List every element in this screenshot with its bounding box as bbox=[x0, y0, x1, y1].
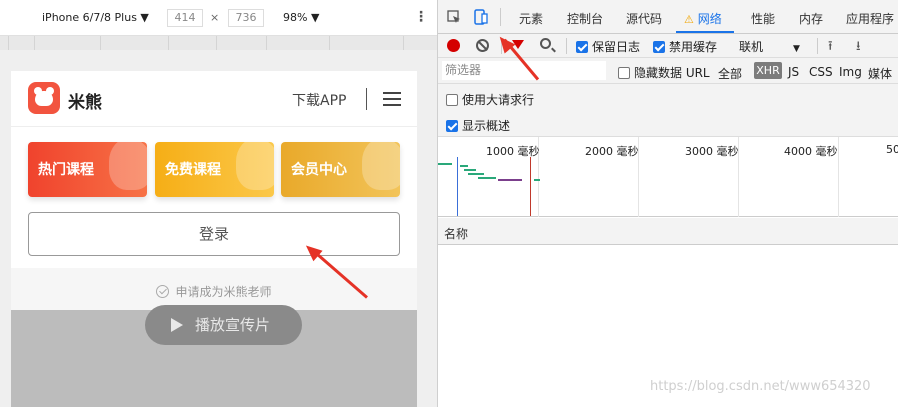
type-all[interactable]: 全部 bbox=[718, 65, 742, 82]
toolbar-separator bbox=[566, 38, 567, 54]
hide-data-urls-checkbox[interactable]: 隐藏数据 URL bbox=[618, 64, 710, 81]
watermark: https://blog.csdn.net/www654320 bbox=[650, 379, 871, 394]
preserve-log-checkbox[interactable]: 保留日志 bbox=[576, 38, 640, 55]
tick-label: 50 bbox=[886, 143, 898, 156]
tick-label: 1000 毫秒 bbox=[486, 145, 540, 158]
card-label: 热门课程 bbox=[38, 162, 94, 178]
brand-name[interactable]: 米熊 bbox=[68, 88, 102, 113]
network-overview[interactable]: 1000 毫秒 2000 毫秒 3000 毫秒 4000 毫秒 50 bbox=[438, 137, 898, 217]
active-tab-indicator bbox=[676, 31, 734, 33]
warning-icon: ⚠ bbox=[684, 13, 694, 26]
clear-icon[interactable] bbox=[476, 39, 489, 52]
zoom-select[interactable]: 98% ▼ bbox=[283, 11, 319, 24]
times-sign: × bbox=[210, 11, 220, 24]
waterfall-bar bbox=[478, 177, 496, 179]
hot-courses-card[interactable]: 热门课程 bbox=[28, 142, 147, 197]
toolbar-separator bbox=[500, 8, 501, 26]
tab-sources[interactable]: 源代码 bbox=[626, 10, 662, 27]
site-header: 米熊 下载APP bbox=[11, 71, 417, 127]
record-icon[interactable] bbox=[447, 39, 460, 52]
export-har-icon[interactable]: ⭳ bbox=[856, 37, 861, 59]
waterfall-bar bbox=[460, 165, 468, 167]
free-courses-card[interactable]: 免费课程 bbox=[155, 142, 274, 197]
card-label: 会员中心 bbox=[291, 162, 347, 178]
device-toggle-icon[interactable] bbox=[474, 9, 488, 25]
large-rows-checkbox[interactable]: 使用大请求行 bbox=[446, 91, 534, 108]
device-toolbar: iPhone 6/7/8 Plus ▼ 414 × 736 98% ▼ ⋮ bbox=[0, 0, 437, 36]
import-har-icon[interactable]: ⭱ bbox=[828, 37, 833, 59]
tab-memory[interactable]: 内存 bbox=[799, 10, 823, 27]
download-app-link[interactable]: 下载APP bbox=[292, 90, 346, 110]
mobile-page: 米熊 下载APP 热门课程 免费课程 会员中心 登录 申请成为米熊老师 播放宣传… bbox=[11, 71, 417, 407]
name-column-header[interactable]: 名称 bbox=[438, 218, 898, 245]
device-select[interactable]: iPhone 6/7/8 Plus ▼ bbox=[42, 11, 149, 24]
toolbar-separator bbox=[817, 38, 818, 54]
show-overview-checkbox[interactable]: 显示概述 bbox=[446, 117, 510, 134]
header-separator bbox=[366, 88, 367, 110]
waterfall-bar bbox=[438, 163, 452, 165]
more-options-icon[interactable]: ⋮ bbox=[414, 9, 428, 25]
type-media[interactable]: 媒体 bbox=[868, 65, 892, 82]
login-button[interactable]: 登录 bbox=[28, 212, 400, 256]
ruler bbox=[0, 36, 437, 50]
hamburger-menu-icon[interactable] bbox=[383, 92, 401, 106]
throttle-select[interactable]: 联机 ▼ bbox=[739, 38, 800, 55]
tab-elements[interactable]: 元素 bbox=[519, 10, 543, 27]
type-img[interactable]: Img bbox=[839, 65, 862, 79]
member-center-card[interactable]: 会员中心 bbox=[281, 142, 400, 197]
tab-console[interactable]: 控制台 bbox=[567, 10, 603, 27]
devtools-tabbar bbox=[438, 0, 898, 34]
inspect-element-icon[interactable] bbox=[447, 10, 461, 24]
height-input[interactable]: 736 bbox=[228, 9, 264, 27]
waterfall-bar bbox=[464, 169, 476, 171]
play-label: 播放宣传片 bbox=[195, 316, 271, 334]
type-css[interactable]: CSS bbox=[809, 65, 833, 79]
waterfall-bar bbox=[534, 179, 540, 181]
card-label: 免费课程 bbox=[165, 162, 221, 178]
search-icon[interactable] bbox=[540, 38, 551, 49]
tick-label: 2000 毫秒 bbox=[585, 145, 639, 158]
tab-application[interactable]: 应用程序 bbox=[846, 10, 894, 27]
type-js[interactable]: JS bbox=[788, 65, 799, 79]
tab-network[interactable]: ⚠ 网络 bbox=[684, 10, 722, 27]
waterfall-bar bbox=[498, 179, 522, 181]
tick-label: 3000 毫秒 bbox=[685, 145, 739, 158]
tick-label: 4000 毫秒 bbox=[784, 145, 838, 158]
waterfall-bar bbox=[468, 173, 484, 175]
check-circle-icon bbox=[156, 285, 170, 298]
bear-logo-icon[interactable] bbox=[28, 82, 60, 114]
width-input[interactable]: 414 bbox=[167, 9, 203, 27]
tab-performance[interactable]: 性能 bbox=[751, 10, 775, 27]
disable-cache-checkbox[interactable]: 禁用缓存 bbox=[653, 38, 717, 55]
play-promo-button[interactable]: 播放宣传片 bbox=[145, 305, 302, 345]
type-xhr[interactable]: XHR bbox=[754, 62, 782, 79]
dom-content-loaded-line bbox=[457, 157, 458, 216]
apply-label: 申请成为米熊老师 bbox=[175, 285, 272, 299]
load-line bbox=[530, 157, 531, 216]
screen: iPhone 6/7/8 Plus ▼ 414 × 736 98% ▼ ⋮ 米熊… bbox=[0, 0, 898, 407]
